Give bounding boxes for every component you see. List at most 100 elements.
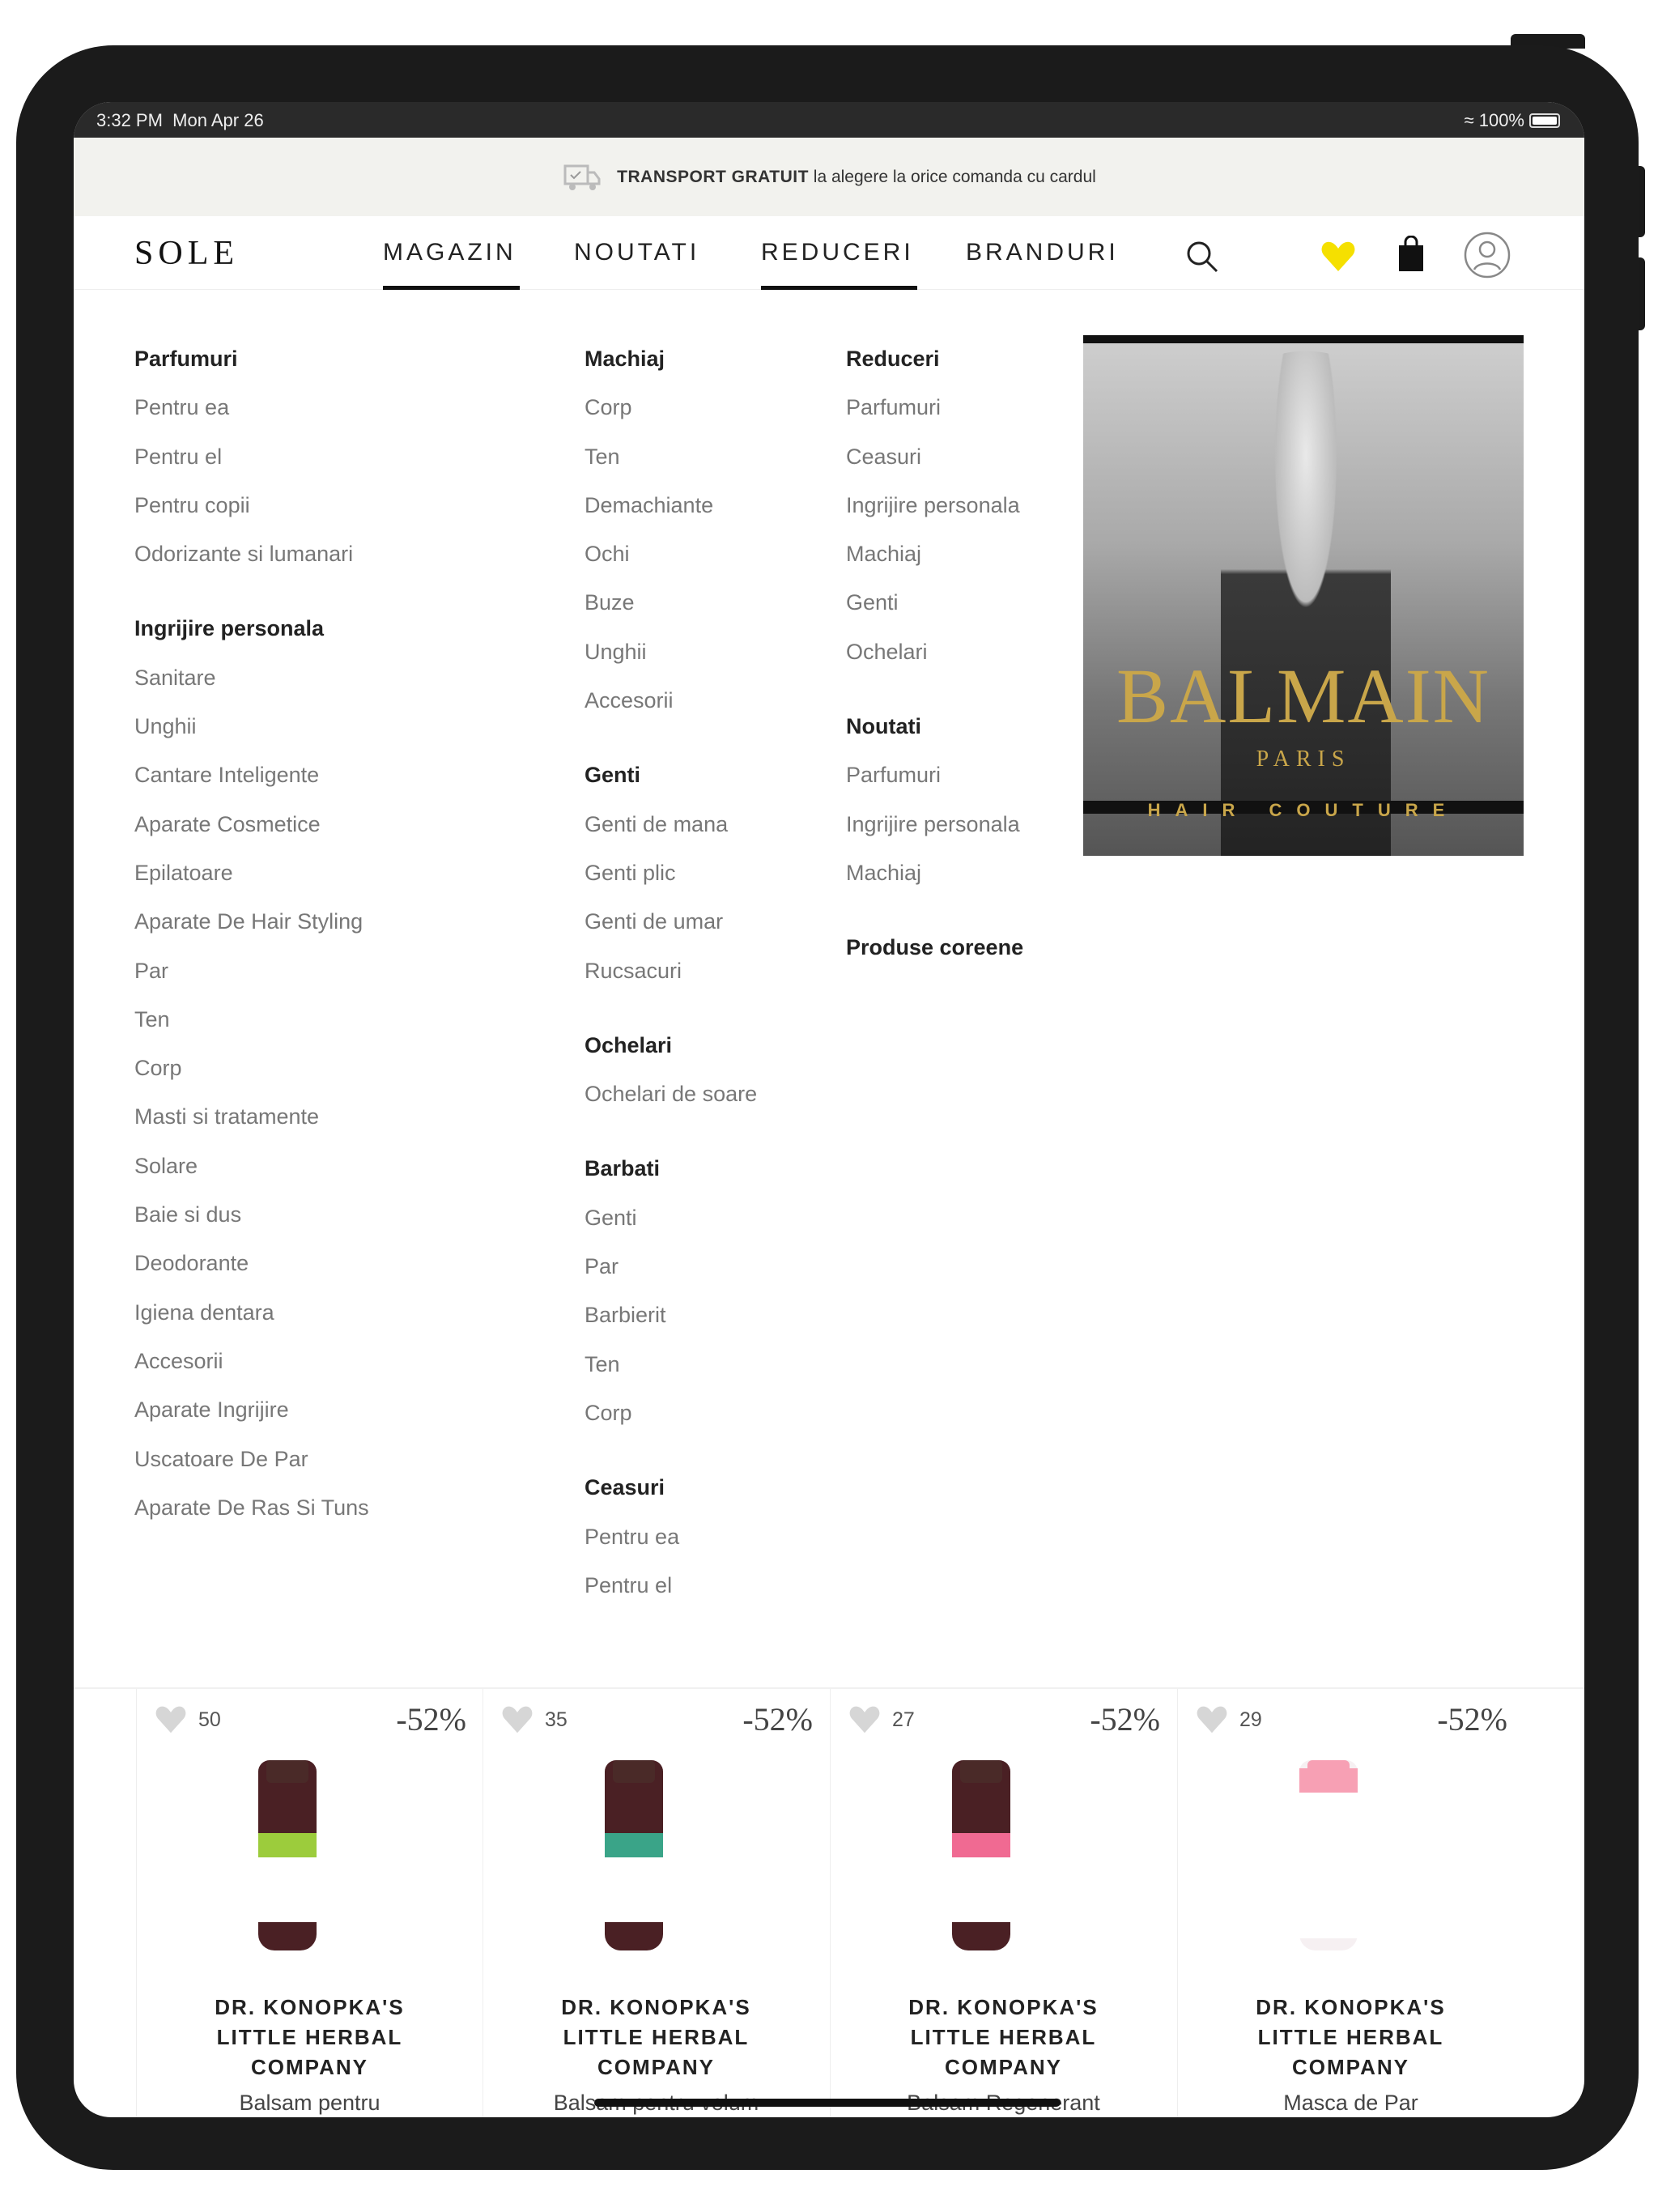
product-name[interactable]: Balsam pentru [137, 2091, 483, 2116]
product-carousel[interactable]: 50 -52% DR. KONOPKA'S LITTLE HERBAL COMPAN… [74, 1687, 1584, 2117]
menu-item[interactable]: Parfumuri [846, 383, 1023, 432]
like-button[interactable]: 50 [155, 1705, 221, 1734]
menu-item[interactable]: Parfumuri [846, 751, 1023, 799]
home-indicator[interactable] [594, 2099, 1061, 2107]
like-button[interactable]: 35 [501, 1705, 568, 1734]
nav-noutati[interactable]: NOUTATI [574, 239, 699, 266]
menu-item[interactable]: Unghii [134, 702, 369, 751]
like-button[interactable]: 27 [848, 1705, 915, 1734]
menu-item[interactable]: Epilatoare [134, 849, 369, 897]
menu-item[interactable]: Corp [585, 383, 757, 432]
menu-item[interactable]: Pentru el [585, 1561, 757, 1610]
menu-group: Ceasuri Pentru ea Pentru el [585, 1463, 757, 1610]
product-brand: DR. KONOPKA'S LITTLE HERBAL COMPANY [1256, 1995, 1446, 2079]
product-card[interactable]: 50 -52% DR. KONOPKA'S LITTLE HERBAL COMPAN… [136, 1689, 483, 2117]
menu-heading[interactable]: Ceasuri [585, 1463, 757, 1512]
menu-item[interactable]: Par [134, 946, 369, 995]
logo[interactable]: SOLE [134, 234, 239, 273]
heart-icon [502, 1706, 533, 1733]
menu-item[interactable]: Corp [134, 1044, 369, 1092]
search-icon[interactable] [1184, 239, 1220, 274]
menu-item[interactable]: Pentru copii [134, 481, 369, 530]
menu-heading[interactable]: Parfumuri [134, 334, 369, 383]
menu-item[interactable]: Aparate Ingrijire [134, 1385, 369, 1434]
menu-item[interactable]: Pentru ea [585, 1512, 757, 1561]
menu-item[interactable]: Ochelari [846, 627, 1023, 676]
menu-item[interactable]: Genti [846, 578, 1023, 627]
menu-item[interactable]: Unghii [585, 627, 757, 676]
menu-item[interactable]: Aparate Cosmetice [134, 800, 369, 849]
product-image[interactable] [258, 1760, 317, 1950]
menu-item[interactable]: Machiaj [846, 530, 1023, 578]
menu-item[interactable]: Rucsacuri [585, 946, 757, 995]
menu-heading[interactable]: Genti [585, 751, 757, 799]
menu-item[interactable]: Baie si dus [134, 1190, 369, 1239]
menu-item[interactable]: Demachiante [585, 481, 757, 530]
menu-item[interactable]: Corp [585, 1389, 757, 1437]
menu-item[interactable]: Ingrijire personala [846, 481, 1023, 530]
menu-group: Machiaj Corp Ten Demachiante Ochi Buze Unghii A… [585, 334, 757, 725]
product-image[interactable] [605, 1760, 663, 1950]
menu-item[interactable]: Machiaj [846, 849, 1023, 897]
user-account-icon[interactable] [1463, 231, 1511, 279]
menu-item[interactable]: Igiena dentara [134, 1288, 369, 1337]
menu-item[interactable]: Ochelari de soare [585, 1070, 757, 1118]
menu-item[interactable]: Pentru el [134, 432, 369, 481]
menu-column-3: Reduceri Parfumuri Ceasuri Ingrijire person… [846, 334, 1023, 998]
menu-item[interactable]: Aparate De Ras Si Tuns [134, 1483, 369, 1532]
banner-text: la alegere la orice comanda cu cardul [813, 167, 1096, 186]
menu-item[interactable]: Pentru ea [134, 383, 369, 432]
menu-item[interactable]: Genti [585, 1193, 757, 1242]
menu-item[interactable]: Accesorii [134, 1337, 369, 1385]
product-image[interactable] [1299, 1760, 1358, 1950]
nav-branduri[interactable]: BRANDURI [966, 239, 1119, 266]
menu-item[interactable]: Masti si tratamente [134, 1092, 369, 1141]
menu-item[interactable]: Ceasuri [846, 432, 1023, 481]
menu-heading[interactable]: Ingrijire personala [134, 604, 369, 653]
shopping-bag-icon[interactable] [1397, 236, 1425, 273]
product-card[interactable]: 29 -52% DR. KONOPKA'S LITTLE HERBAL COMPAN… [1177, 1689, 1524, 2117]
menu-item[interactable]: Par [585, 1242, 757, 1291]
product-card[interactable]: 27 -52% DR. KONOPKA'S LITTLE HERBAL COMPAN… [830, 1689, 1176, 2117]
menu-item[interactable]: Buze [585, 578, 757, 627]
menu-item[interactable]: Deodorante [134, 1239, 369, 1287]
battery-percent: 100% [1478, 110, 1524, 130]
like-button[interactable]: 29 [1196, 1705, 1262, 1734]
menu-heading[interactable]: Produse coreene [846, 923, 1023, 972]
menu-item[interactable]: Aparate De Hair Styling [134, 897, 369, 946]
menu-item[interactable]: Genti plic [585, 849, 757, 897]
menu-item[interactable]: Ten [585, 1340, 757, 1389]
menu-item[interactable]: Uscatoare De Par [134, 1435, 369, 1483]
menu-column-2: Machiaj Corp Ten Demachiante Ochi Buze Unghii A… [585, 334, 757, 1636]
menu-item[interactable]: Ingrijire personala [846, 800, 1023, 849]
menu-item[interactable]: Ten [585, 432, 757, 481]
menu-item[interactable]: Accesorii [585, 676, 757, 725]
menu-group: Genti Genti de mana Genti plic Genti de uma… [585, 751, 757, 994]
menu-heading[interactable]: Reduceri [846, 334, 1023, 383]
menu-item[interactable]: Ten [134, 995, 369, 1044]
menu-heading[interactable]: Machiaj [585, 334, 757, 383]
menu-item[interactable]: Solare [134, 1142, 369, 1190]
product-image[interactable] [952, 1760, 1010, 1950]
status-time: 3:32 PM Mon Apr 26 [96, 110, 264, 131]
nav-reduceri[interactable]: REDUCERI [761, 239, 917, 290]
menu-group: Produse coreene [846, 923, 1023, 972]
free-shipping-banner[interactable]: TRANSPORT GRATUIT la alegere la orice co… [74, 138, 1584, 216]
menu-heading[interactable]: Barbati [585, 1144, 757, 1193]
menu-item[interactable]: Genti de mana [585, 800, 757, 849]
favorites-heart-icon[interactable] [1320, 240, 1356, 273]
promo-city: PARIS [1256, 747, 1351, 772]
menu-item[interactable]: Genti de umar [585, 897, 757, 946]
promo-banner-balmain[interactable]: BALMAIN PARIS HAIR COUTURE [1083, 335, 1524, 856]
product-card[interactable]: 35 -52% DR. KONOPKA'S LITTLE HERBAL COMPAN… [483, 1689, 829, 2117]
promo-line: HAIR COUTURE [1147, 800, 1460, 820]
product-name[interactable]: Masca de Par [1178, 2091, 1524, 2116]
menu-heading[interactable]: Ochelari [585, 1021, 757, 1070]
nav-magazin[interactable]: MAGAZIN [383, 239, 520, 290]
menu-item[interactable]: Cantare Inteligente [134, 751, 369, 799]
menu-item[interactable]: Odorizante si lumanari [134, 530, 369, 578]
menu-item[interactable]: Barbierit [585, 1291, 757, 1339]
menu-heading[interactable]: Noutati [846, 702, 1023, 751]
menu-item[interactable]: Ochi [585, 530, 757, 578]
menu-item[interactable]: Sanitare [134, 653, 369, 702]
